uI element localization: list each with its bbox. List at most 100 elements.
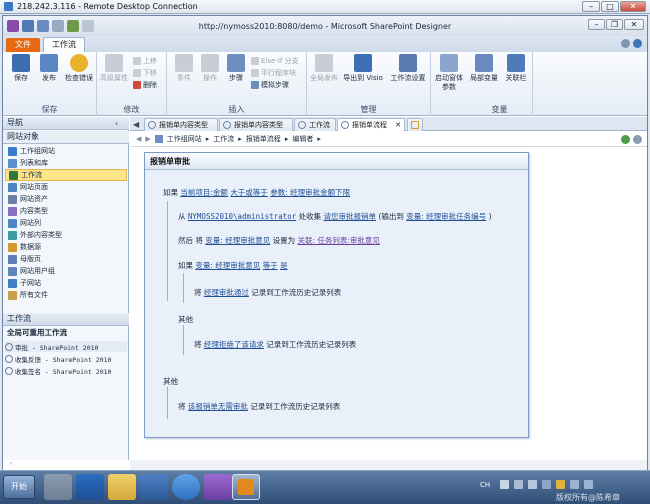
operator-link[interactable]: 大于或等于 <box>230 188 268 197</box>
move-up-button[interactable]: 上移 <box>133 56 157 66</box>
back-icon[interactable]: ◀ <box>136 135 141 143</box>
remote-desktop-icon[interactable] <box>140 474 168 500</box>
nav-item[interactable]: 网站资产 <box>5 193 127 205</box>
publish-globally-button[interactable]: 全局发布 <box>309 54 339 83</box>
value-link[interactable]: 是 <box>280 261 288 270</box>
user-link[interactable]: NYMOSS2010\administrator <box>188 212 296 221</box>
variable-link[interactable]: 变量: 经理审批意见 <box>195 261 260 270</box>
lookup-value-link[interactable]: 关联: 任务列表:审批意见 <box>297 236 379 245</box>
refresh-page-icon[interactable] <box>621 135 630 144</box>
nav-item[interactable]: 网站用户组 <box>5 265 127 277</box>
save-quick-icon[interactable] <box>22 20 34 32</box>
nav-item[interactable]: 子网站 <box>5 277 127 289</box>
collapse-nav-icon[interactable]: ‹ <box>115 119 124 128</box>
horizontal-scrollbar[interactable] <box>130 460 647 470</box>
breadcrumb-site[interactable]: 工作组网站 <box>167 134 202 144</box>
step-button[interactable]: 步骤 <box>221 54 251 83</box>
message-link[interactable]: 该报销单无需审批 <box>188 402 248 411</box>
save-button[interactable]: 保存 <box>6 54 36 83</box>
rdp-maximize-button[interactable]: □ <box>601 1 619 12</box>
ribbon-collapse-icon[interactable] <box>621 39 630 48</box>
breadcrumb-editor[interactable]: 编辑者 <box>292 134 313 144</box>
help-tray-icon[interactable] <box>514 480 523 489</box>
parallel-block-button[interactable]: 平行程序块 <box>251 68 296 78</box>
app-close-button[interactable]: ✕ <box>624 19 644 30</box>
impersonation-step-button[interactable]: 模拟步骤 <box>251 80 289 90</box>
rdp-close-button[interactable]: ✕ <box>620 1 646 12</box>
workflow-settings-button[interactable]: 工作流设置 <box>387 54 429 83</box>
message-link[interactable]: 经理拒绝了该请求 <box>204 340 264 349</box>
close-tab-icon[interactable]: ✕ <box>395 119 401 131</box>
message-link[interactable]: 经理审批通过 <box>204 288 249 297</box>
visual-studio-icon[interactable] <box>204 474 232 500</box>
language-indicator[interactable]: CH <box>480 481 490 489</box>
nav-item[interactable]: 列表和库 <box>5 157 127 169</box>
app-minimize-button[interactable]: – <box>588 19 605 30</box>
nav-item[interactable]: 网站列 <box>5 217 127 229</box>
step-label: 步骤 <box>229 74 243 82</box>
tab-workflows[interactable]: 工作流 <box>294 118 336 131</box>
customize-qat-icon[interactable] <box>82 20 94 32</box>
ribbon-tabs: 文件 工作流 <box>3 36 647 52</box>
operator-link[interactable]: 等于 <box>263 261 278 270</box>
breadcrumb-workflow[interactable]: 报销单流程 <box>246 134 281 144</box>
rdp-minimize-button[interactable]: – <box>582 1 600 12</box>
delete-button[interactable]: 删除 <box>133 80 157 90</box>
internet-explorer-icon[interactable] <box>172 474 200 500</box>
nav-item[interactable]: 数据源 <box>5 241 127 253</box>
export-visio-button[interactable]: 导出到 Visio <box>341 54 385 83</box>
field-link[interactable]: 当前项目:金额 <box>180 188 228 197</box>
variable-link[interactable]: 变量: 经理审批意见 <box>205 236 270 245</box>
new-tab-button[interactable] <box>407 118 423 131</box>
association-columns-button[interactable]: 关联栏 <box>501 54 531 83</box>
nav-item[interactable]: 母版页 <box>5 253 127 265</box>
value-link[interactable]: 参数: 经理审批金额下限 <box>270 188 350 197</box>
undo-icon[interactable] <box>37 20 49 32</box>
workflow-step[interactable]: 报销单审批 如果 当前项目:金额 大于或等于 参数: 经理审批金额下限 从 NY… <box>144 152 529 438</box>
publish-button[interactable]: 发布 <box>34 54 64 83</box>
output-variable-link[interactable]: 变量: 经理审批任务编号 <box>406 212 486 221</box>
check-errors-button[interactable]: 检查错误 <box>62 54 96 83</box>
nav-item[interactable]: 工作组网站 <box>5 145 127 157</box>
tab-content-type-1[interactable]: 报销单内容类型 <box>144 118 218 131</box>
tab-content-type-2[interactable]: 报销单内容类型 <box>219 118 293 131</box>
sharepoint-designer-taskbar-icon[interactable] <box>232 474 260 500</box>
tab-back-arrow-icon[interactable]: ◀ <box>133 120 139 129</box>
start-form-parameters-button[interactable]: 启动窗体参数 <box>433 54 465 92</box>
redo-icon[interactable] <box>52 20 64 32</box>
display-icon[interactable] <box>584 480 593 489</box>
step-title[interactable]: 报销单审批 <box>145 153 528 170</box>
nav-item[interactable]: 网站页面 <box>5 181 127 193</box>
nav-item-label: 网站列 <box>20 219 41 227</box>
else-if-button[interactable]: Else-If 分支 <box>251 56 299 66</box>
refresh-icon[interactable] <box>67 20 79 32</box>
tab-workflow[interactable]: 工作流 <box>43 37 85 52</box>
keyboard-icon[interactable] <box>500 480 509 489</box>
nav-item[interactable]: 外部内容类型 <box>5 229 127 241</box>
global-workflow-item[interactable]: 审批 - SharePoint 2010 <box>5 341 127 352</box>
help-icon[interactable] <box>633 39 642 48</box>
breadcrumb-workflows[interactable]: 工作流 <box>213 134 234 144</box>
server-manager-icon[interactable] <box>44 474 72 500</box>
powershell-icon[interactable] <box>76 474 104 500</box>
task-link[interactable]: 请您审批报销单 <box>324 212 377 221</box>
nav-item[interactable]: 内容类型 <box>5 205 127 217</box>
stop-icon[interactable] <box>633 135 642 144</box>
nav-item[interactable]: 工作流 <box>5 169 127 181</box>
local-variables-button[interactable]: 局部变量 <box>469 54 499 83</box>
app-restore-button[interactable]: ❐ <box>606 19 623 30</box>
settings-tray-icon[interactable] <box>528 480 537 489</box>
network-icon[interactable] <box>542 480 551 489</box>
tab-file[interactable]: 文件 <box>6 38 40 52</box>
start-button[interactable]: 开始 <box>3 475 35 499</box>
move-down-button[interactable]: 下移 <box>133 68 157 78</box>
advanced-properties-button[interactable]: 高级属性 <box>99 54 129 83</box>
nav-item[interactable]: 所有文件 <box>5 289 127 301</box>
volume-icon[interactable] <box>570 480 579 489</box>
flag-icon[interactable] <box>556 480 565 489</box>
tab-expense-workflow[interactable]: 报销单流程 ✕ <box>337 118 405 132</box>
global-workflow-item[interactable]: 收集签名 - SharePoint 2010 <box>5 365 127 376</box>
global-workflow-item[interactable]: 收集反馈 - SharePoint 2010 <box>5 353 127 364</box>
explorer-icon[interactable] <box>108 474 136 500</box>
forward-icon[interactable]: ▶ <box>145 135 150 143</box>
